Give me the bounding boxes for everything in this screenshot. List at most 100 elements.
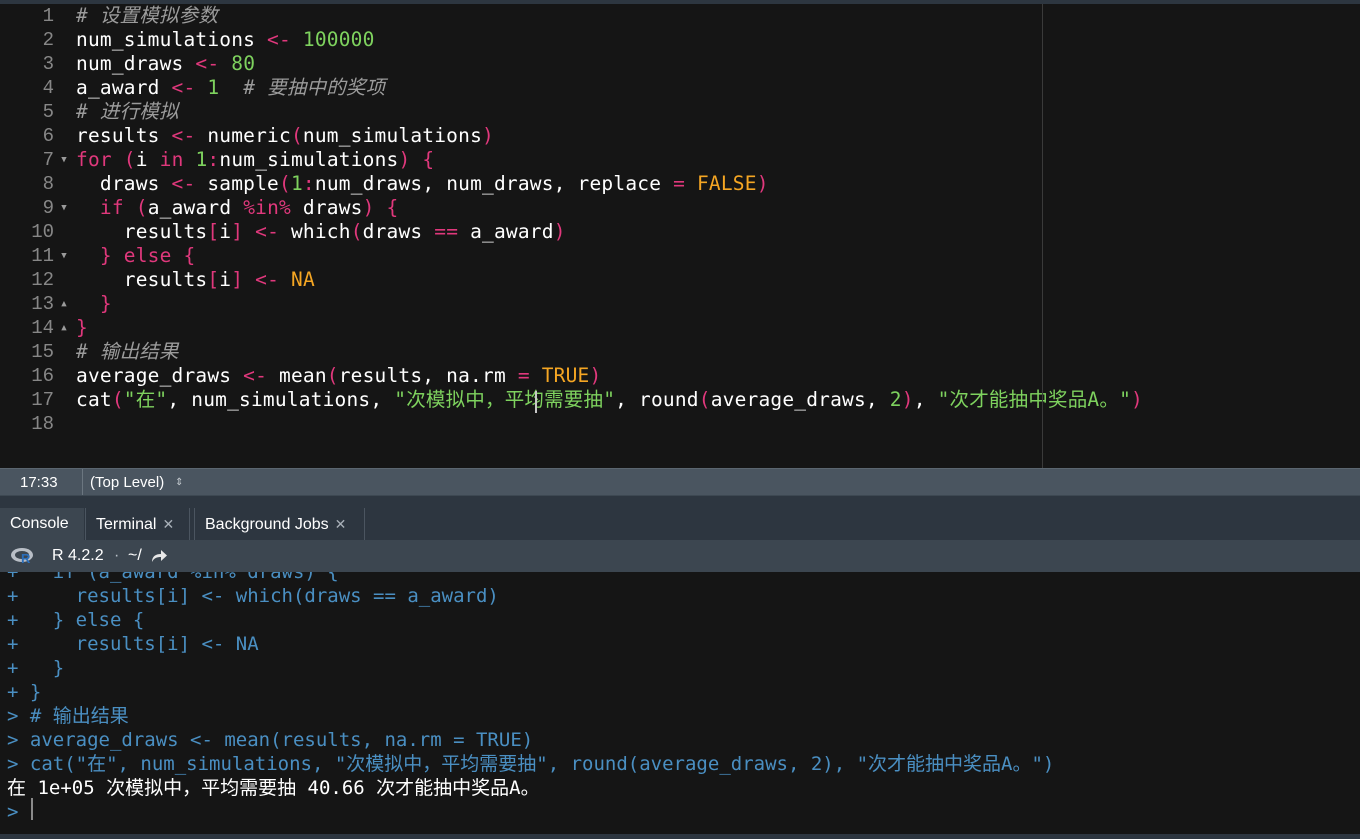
code-token: draws bbox=[76, 172, 172, 195]
code-line[interactable]: results[i] <- which(draws == a_award) bbox=[76, 220, 566, 244]
code-area[interactable]: # 设置模拟参数 num_simulations <- 100000 num_dra… bbox=[76, 4, 1346, 468]
code-line[interactable]: } bbox=[76, 316, 88, 340]
code-line[interactable]: draws <- sample(1:num_draws, num_draws, … bbox=[76, 172, 769, 196]
line-number: 8 bbox=[42, 173, 54, 195]
code-token: average_draws, bbox=[710, 388, 890, 411]
code-token: { bbox=[386, 196, 399, 219]
code-token: draws bbox=[362, 220, 435, 243]
line-number: 16 bbox=[31, 365, 54, 387]
code-token: # 进行模拟 bbox=[76, 100, 179, 123]
fold-toggle-icon[interactable]: ▼ bbox=[58, 244, 70, 268]
code-token: in bbox=[159, 148, 184, 171]
code-line[interactable]: } else { bbox=[76, 244, 195, 268]
source-editor[interactable]: 1 2 3 4 5 6 7 8 9 10 11 12 13 14 15 16 17 18 ▼ ▼ ▼ ▲ ▲ # 设置模拟参… bbox=[0, 0, 1360, 468]
tab-background-jobs[interactable]: Background Jobs ✕ bbox=[194, 508, 365, 540]
code-token: num_simulations bbox=[219, 148, 399, 171]
code-token: TRUE bbox=[541, 364, 590, 387]
code-token: results bbox=[76, 124, 172, 147]
code-token: ) bbox=[362, 196, 375, 219]
code-line[interactable]: results <- numeric(num_simulations) bbox=[76, 124, 494, 148]
code-token: = bbox=[673, 172, 686, 195]
line-number: 14 bbox=[31, 317, 54, 339]
code-line[interactable]: # 输出结果 bbox=[76, 340, 179, 364]
code-token: numeric bbox=[195, 124, 291, 147]
tab-terminal[interactable]: Terminal ✕ bbox=[85, 508, 190, 540]
code-token: for bbox=[76, 148, 112, 171]
scope-dropdown-icon[interactable]: ⇕ bbox=[175, 469, 183, 496]
line-number: 10 bbox=[31, 221, 54, 243]
text-cursor bbox=[535, 391, 537, 413]
fold-toggle-icon[interactable]: ▼ bbox=[58, 196, 70, 220]
line-number: 3 bbox=[42, 53, 54, 75]
code-token: FALSE bbox=[696, 172, 757, 195]
tab-background-jobs-label: Background Jobs bbox=[205, 516, 329, 533]
code-token: == bbox=[434, 220, 459, 243]
print-margin-line bbox=[1042, 4, 1043, 468]
goto-directory-icon[interactable] bbox=[150, 548, 168, 564]
bottom-border bbox=[0, 834, 1360, 839]
fold-toggle-icon[interactable]: ▲ bbox=[58, 292, 70, 316]
svg-text:R: R bbox=[21, 551, 31, 565]
code-token: ] bbox=[231, 268, 244, 291]
code-token: if bbox=[99, 196, 124, 219]
code-token: } bbox=[99, 244, 112, 267]
code-line[interactable]: for (i in 1:num_simulations) { bbox=[76, 148, 434, 172]
line-number: 15 bbox=[31, 341, 54, 363]
code-token: "次才能抽中奖品A。" bbox=[937, 388, 1132, 411]
code-line[interactable]: if (a_award %in% draws) { bbox=[76, 196, 398, 220]
code-token: ) bbox=[482, 124, 494, 147]
tab-console[interactable]: Console bbox=[0, 508, 84, 540]
code-line[interactable]: a_award <- 1 # 要抽中的奖项 bbox=[76, 76, 385, 100]
code-token: a_award bbox=[458, 220, 554, 243]
code-line[interactable]: num_simulations <- 100000 bbox=[76, 28, 375, 52]
code-token: draws bbox=[290, 196, 363, 219]
code-token: ( bbox=[279, 172, 291, 195]
console-header: R R 4.2.2 · ~/ bbox=[0, 540, 1360, 572]
code-token: num_simulations bbox=[76, 28, 268, 51]
working-directory: ~/ bbox=[128, 547, 142, 564]
code-line[interactable]: cat("在", num_simulations, "次模拟中，平均需要抽", … bbox=[76, 388, 1143, 412]
code-line[interactable]: # 设置模拟参数 bbox=[76, 4, 218, 28]
code-token: , num_simulations, bbox=[167, 388, 395, 411]
line-number: 1 bbox=[42, 5, 54, 27]
code-token: num_draws bbox=[76, 52, 196, 75]
code-line[interactable]: num_draws <- 80 bbox=[76, 52, 255, 76]
code-token: 2 bbox=[889, 388, 902, 411]
code-token: , bbox=[913, 388, 938, 411]
code-line[interactable]: average_draws <- mean(results, na.rm = T… bbox=[76, 364, 601, 388]
close-icon[interactable]: ✕ bbox=[162, 516, 174, 532]
editor-status-bar: 17:33 (Top Level) ⇕ bbox=[0, 468, 1360, 496]
scope-selector[interactable]: (Top Level) bbox=[90, 469, 164, 496]
code-token: ( bbox=[698, 388, 711, 411]
code-token: [ bbox=[207, 268, 220, 291]
code-token: results bbox=[76, 220, 208, 243]
code-line[interactable]: results[i] <- NA bbox=[76, 268, 315, 292]
code-token: <- bbox=[171, 76, 196, 99]
console-input-line: > bbox=[7, 801, 30, 823]
console-output[interactable]: + if (a_award %in% draws) {+ results[i] … bbox=[0, 572, 1360, 834]
code-line[interactable]: } bbox=[76, 292, 112, 316]
pane-splitter[interactable] bbox=[0, 495, 1360, 505]
code-token: average_draws bbox=[76, 364, 244, 387]
code-token: %in% bbox=[243, 196, 291, 219]
console-input-line: + results[i] <- NA bbox=[7, 633, 259, 655]
console-input-line: > average_draws <- mean(results, na.rm =… bbox=[7, 729, 534, 751]
code-token: , round bbox=[615, 388, 699, 411]
fold-toggle-icon[interactable]: ▲ bbox=[58, 316, 70, 340]
fold-toggle-icon[interactable]: ▼ bbox=[58, 148, 70, 172]
close-icon[interactable]: ✕ bbox=[335, 516, 347, 532]
code-line[interactable]: # 进行模拟 bbox=[76, 100, 179, 124]
code-token: ) bbox=[398, 148, 411, 171]
code-token: <- bbox=[267, 28, 291, 51]
code-token: i bbox=[219, 220, 232, 243]
tab-console-label: Console bbox=[10, 515, 69, 532]
header-separator: · bbox=[114, 547, 120, 564]
line-number-gutter: 1 2 3 4 5 6 7 8 9 10 11 12 13 14 15 16 17 18 ▼ ▼ ▼ ▲ ▲ bbox=[0, 4, 72, 468]
code-token: sample bbox=[195, 172, 280, 195]
